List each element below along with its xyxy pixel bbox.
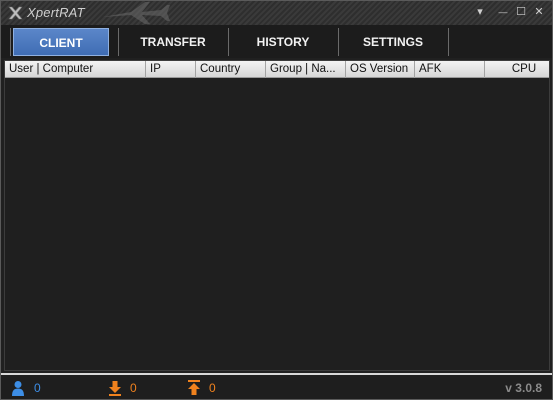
download-arrow-icon xyxy=(109,381,121,396)
download-count: 0 xyxy=(130,381,137,395)
maximize-button[interactable]: ☐ xyxy=(514,5,528,19)
tab-settings[interactable]: SETTINGS xyxy=(339,28,447,56)
column-header-user-computer[interactable]: User | Computer xyxy=(5,61,146,78)
upload-arrow-icon xyxy=(188,380,200,395)
close-button[interactable]: ✕ xyxy=(532,5,546,19)
tab-client[interactable]: CLIENT xyxy=(13,28,109,56)
column-header-os-version[interactable]: OS Version xyxy=(346,61,415,78)
table-header: User | Computer IP Country Group | Na...… xyxy=(5,61,549,78)
column-header-country[interactable]: Country xyxy=(196,61,266,78)
column-header-cpu[interactable]: CPU xyxy=(485,61,549,78)
tab-divider xyxy=(10,28,11,56)
app-logo-icon xyxy=(8,6,23,20)
column-header-afk[interactable]: AFK xyxy=(415,61,485,78)
client-table[interactable]: User | Computer IP Country Group | Na...… xyxy=(4,60,550,371)
status-bar: 0 0 0 v 3.0.8 xyxy=(1,373,552,399)
tab-history[interactable]: HISTORY xyxy=(229,28,337,56)
column-header-group-name[interactable]: Group | Na... xyxy=(266,61,346,78)
tab-transfer[interactable]: TRANSFER xyxy=(119,28,227,56)
connected-clients-count: 0 xyxy=(34,381,41,395)
version-label: v 3.0.8 xyxy=(505,381,542,395)
app-window: XpertRAT ▾ — ☐ ✕ CLIENT TRANSFER HISTORY… xyxy=(0,0,553,400)
menu-dropdown-icon[interactable]: ▾ xyxy=(473,5,487,19)
app-title: XpertRAT xyxy=(27,5,85,20)
column-header-ip[interactable]: IP xyxy=(146,61,196,78)
table-body[interactable] xyxy=(5,78,549,370)
user-icon xyxy=(12,381,24,396)
tab-divider xyxy=(448,28,449,56)
airplane-logo-icon xyxy=(103,2,170,24)
minimize-button[interactable]: — xyxy=(496,5,510,19)
tab-bar: CLIENT TRANSFER HISTORY SETTINGS xyxy=(1,25,552,58)
title-bar[interactable]: XpertRAT ▾ — ☐ ✕ xyxy=(1,1,552,25)
upload-count: 0 xyxy=(209,381,216,395)
